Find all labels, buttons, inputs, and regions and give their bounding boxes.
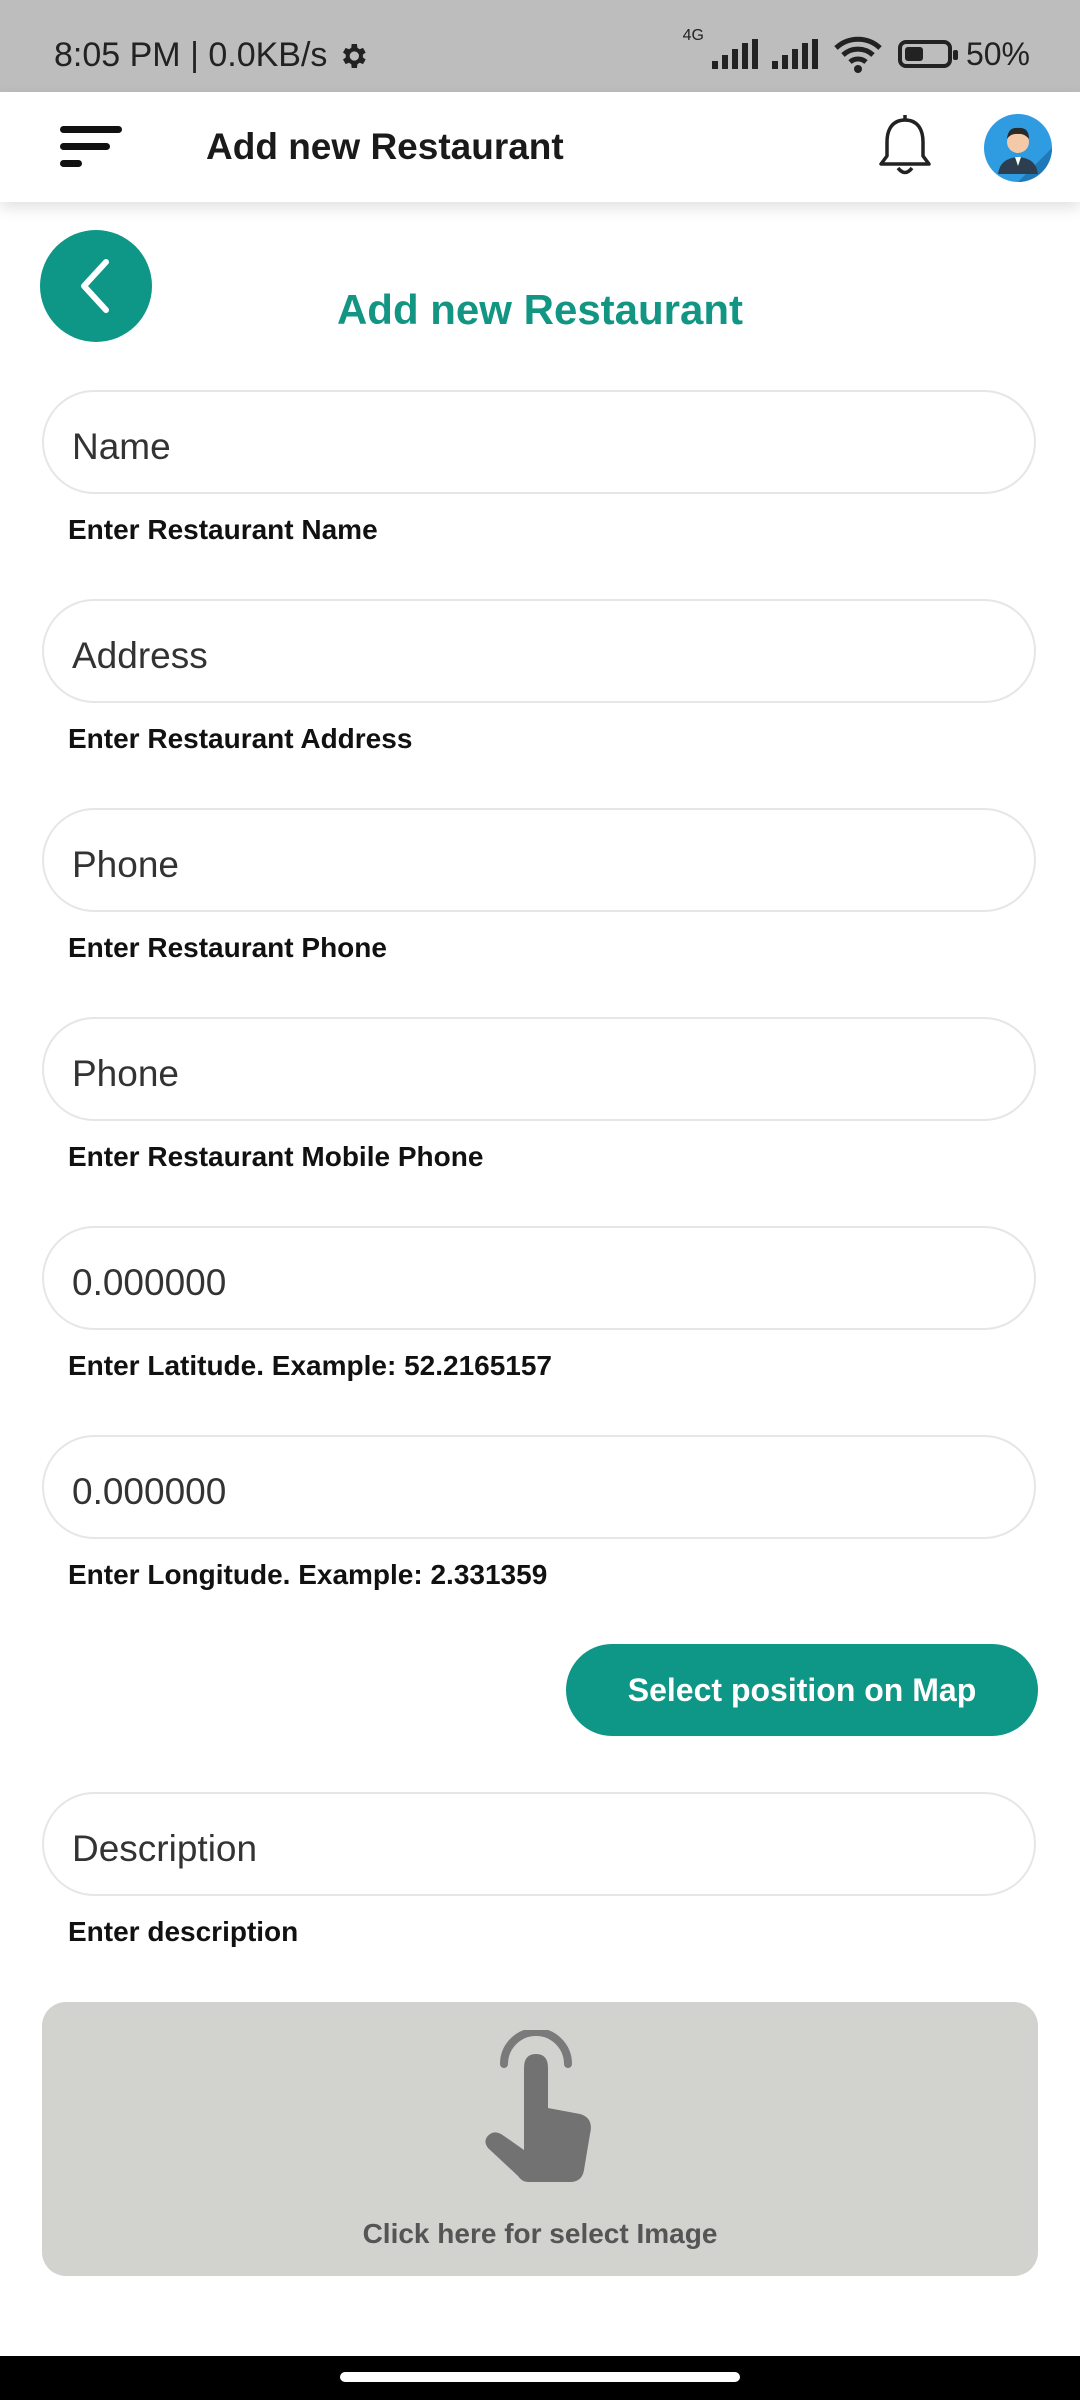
wifi-icon: [834, 36, 882, 73]
phone-input[interactable]: Phone: [42, 808, 1036, 912]
network-label: 4G: [682, 27, 704, 44]
mobile-phone-hint: Enter Restaurant Mobile Phone: [68, 1141, 484, 1172]
select-position-button[interactable]: Select position on Map: [566, 1644, 1038, 1736]
avatar[interactable]: [984, 114, 1052, 182]
user-icon: [998, 127, 1052, 182]
status-icons: 4G 50%: [683, 27, 1030, 76]
status-time-text: 8:05 PM | 0.0KB/s: [54, 36, 328, 74]
description-hint: Enter description: [68, 1916, 299, 1947]
longitude-value: 0.000000: [72, 1471, 227, 1512]
status-time: 8:05 PM | 0.0KB/s: [54, 36, 369, 75]
touch-hand-icon: [485, 2030, 591, 2182]
mobile-phone-input[interactable]: Phone: [42, 1017, 1036, 1121]
mobile-phone-placeholder: Phone: [72, 1053, 179, 1094]
longitude-hint: Enter Longitude. Example: 2.331359: [68, 1559, 548, 1590]
latitude-input[interactable]: 0.000000: [42, 1226, 1036, 1330]
signal-icon: [771, 39, 818, 69]
gear-icon: [343, 43, 367, 68]
app-bar: Add new Restaurant: [0, 92, 1080, 202]
battery-icon: [897, 40, 958, 68]
description-input[interactable]: Description: [42, 1792, 1036, 1896]
address-placeholder: Address: [72, 635, 208, 676]
latitude-hint: Enter Latitude. Example: 52.2165157: [68, 1350, 552, 1381]
image-picker-label: Click here for select Image: [362, 2218, 718, 2249]
image-picker[interactable]: Click here for select Image: [42, 2002, 1038, 2276]
menu-icon[interactable]: [60, 126, 122, 168]
home-gesture-handle[interactable]: [340, 2372, 740, 2382]
name-input[interactable]: Name: [42, 390, 1036, 494]
address-hint: Enter Restaurant Address: [68, 723, 413, 754]
system-nav-bar: [0, 2356, 1080, 2400]
phone-hint: Enter Restaurant Phone: [68, 932, 387, 963]
app-bar-title: Add new Restaurant: [206, 126, 564, 167]
name-placeholder: Name: [72, 426, 171, 467]
phone-placeholder: Phone: [72, 844, 179, 885]
address-input[interactable]: Address: [42, 599, 1036, 703]
status-bar: 8:05 PM | 0.0KB/s 4G 50%: [0, 0, 1080, 92]
description-placeholder: Description: [72, 1828, 258, 1869]
battery-percent: 50%: [965, 35, 1030, 72]
name-hint: Enter Restaurant Name: [68, 514, 378, 545]
longitude-input[interactable]: 0.000000: [42, 1435, 1036, 1539]
page-title: Add new Restaurant: [336, 286, 744, 333]
latitude-value: 0.000000: [72, 1262, 227, 1303]
bell-icon[interactable]: [876, 114, 934, 180]
signal-icon: [711, 39, 758, 69]
